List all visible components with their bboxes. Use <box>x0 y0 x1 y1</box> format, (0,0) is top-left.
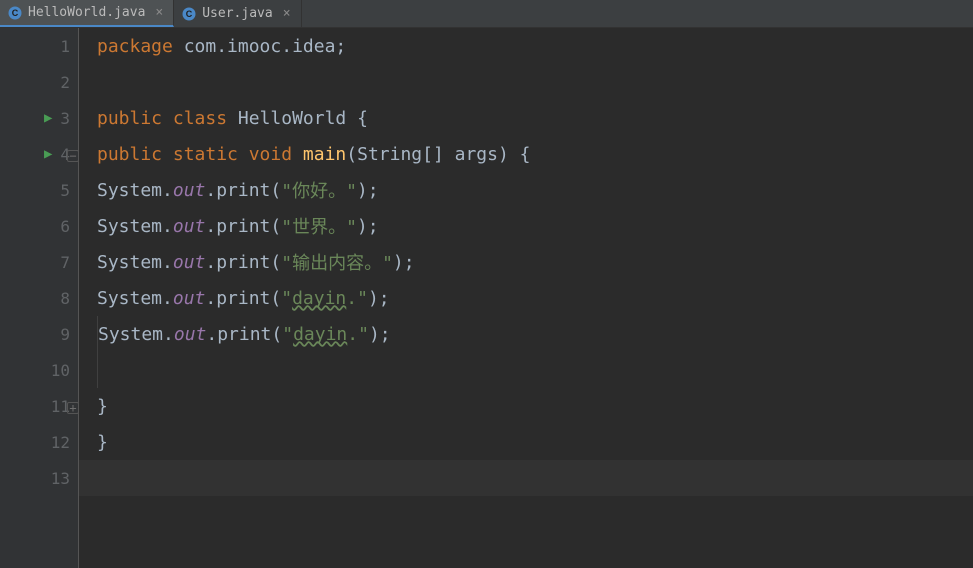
close-icon[interactable]: × <box>283 6 291 21</box>
tab-helloworld[interactable]: C HelloWorld.java × <box>0 0 174 27</box>
tab-label: User.java <box>202 6 272 21</box>
code-line: } <box>79 424 973 460</box>
line-number: 9 <box>44 325 70 344</box>
code-line: System.out.print("dayin."); <box>79 316 973 352</box>
code-line: } <box>79 388 973 424</box>
code-line: System.out.print("你好。"); <box>79 172 973 208</box>
fold-collapse-icon[interactable]: − <box>67 144 79 165</box>
tab-bar: C HelloWorld.java × C User.java × <box>0 0 973 28</box>
code-line <box>79 352 973 388</box>
line-number: 12 <box>44 433 70 452</box>
code-line: public static void main(String[] args) { <box>79 136 973 172</box>
code-line: package com.imooc.idea; <box>79 28 973 64</box>
tab-label: HelloWorld.java <box>28 5 145 20</box>
run-gutter-icon[interactable]: ▶ <box>44 110 52 126</box>
code-line: public class HelloWorld { <box>79 100 973 136</box>
line-number: 6 <box>44 217 70 236</box>
code-line-active <box>79 460 973 496</box>
java-class-icon: C <box>8 6 22 20</box>
line-number: 13 <box>44 469 70 488</box>
svg-text:C: C <box>186 9 193 19</box>
line-number: 7 <box>44 253 70 272</box>
close-icon[interactable]: × <box>155 5 163 20</box>
java-class-icon: C <box>182 7 196 21</box>
tab-user[interactable]: C User.java × <box>174 0 301 27</box>
code-line: System.out.print("输出内容。"); <box>79 244 973 280</box>
run-gutter-icon[interactable]: ▶ <box>44 146 52 162</box>
code-line <box>79 64 973 100</box>
line-number: 1 <box>44 37 70 56</box>
line-number: 10 <box>44 361 70 380</box>
gutter: 1 2 ▶3 ▶4 5 6 7 8 9 10 11 12 13 <box>0 28 78 568</box>
code-line: System.out.print("世界。"); <box>79 208 973 244</box>
svg-text:C: C <box>12 8 19 18</box>
editor-area: 1 2 ▶3 ▶4 5 6 7 8 9 10 11 12 13 − + pack… <box>0 28 973 568</box>
fold-expand-icon[interactable]: + <box>67 396 79 417</box>
line-number: 5 <box>44 181 70 200</box>
code-editor[interactable]: − + package com.imooc.idea; public class… <box>78 28 973 568</box>
line-number: 8 <box>44 289 70 308</box>
code-line: System.out.print("dayin."); <box>79 280 973 316</box>
line-number: 2 <box>44 73 70 92</box>
